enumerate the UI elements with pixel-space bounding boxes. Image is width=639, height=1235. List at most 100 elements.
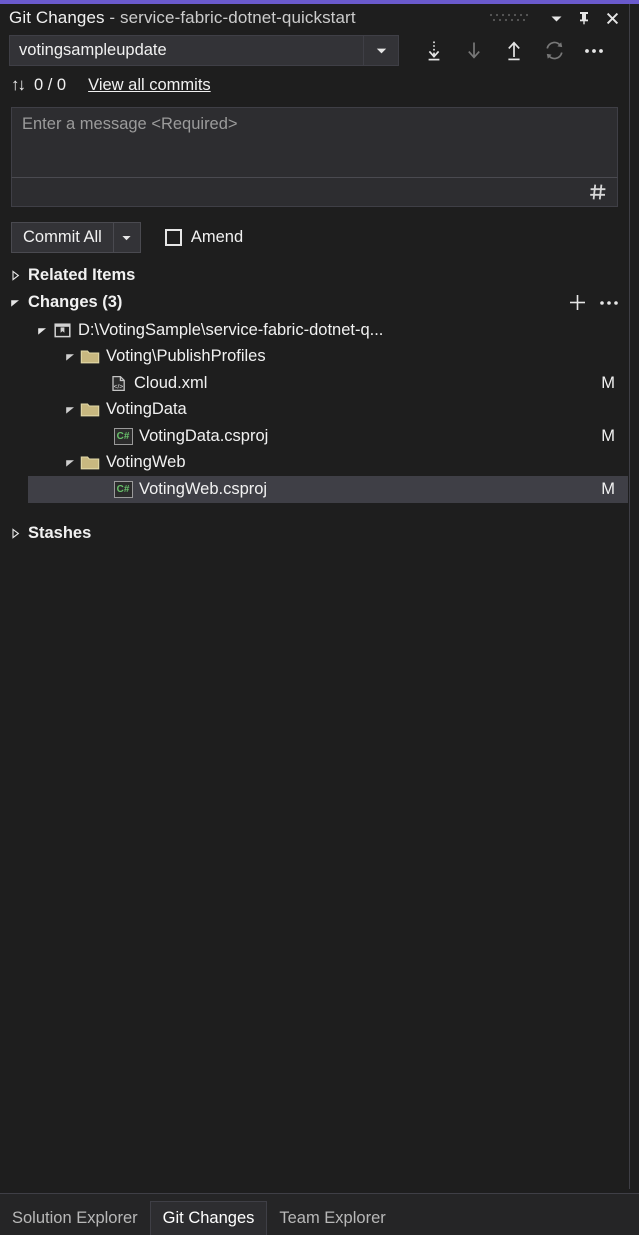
section-stashes[interactable]: Stashes: [0, 520, 629, 547]
folder-name: VotingWeb: [106, 453, 186, 472]
page-title: Git Changes - service-fabric-dotnet-quic…: [0, 8, 356, 28]
triangle-down-icon: [65, 351, 76, 362]
window-dropdown-button[interactable]: [543, 6, 569, 30]
related-items-label: Related Items: [28, 266, 135, 285]
sync-button[interactable]: [534, 35, 574, 66]
tree-twisty[interactable]: [61, 457, 79, 468]
chevron-down-icon: [549, 11, 564, 26]
push-button[interactable]: [494, 35, 534, 66]
add-issue-reference-button[interactable]: [583, 179, 613, 205]
plus-icon: [567, 292, 588, 313]
more-options-button[interactable]: [574, 35, 614, 66]
changes-tree: D:\VotingSample\service-fabric-dotnet-q.…: [0, 317, 629, 503]
repository-path: D:\VotingSample\service-fabric-dotnet-q.…: [78, 321, 383, 340]
stashes-label: Stashes: [28, 524, 91, 543]
tab-solution-explorer[interactable]: Solution Explorer: [0, 1201, 150, 1235]
triangle-down-icon: [65, 404, 76, 415]
table-row[interactable]: Voting\PublishProfiles: [0, 344, 629, 371]
pull-button[interactable]: [454, 35, 494, 66]
section-related-items[interactable]: Related Items: [0, 262, 629, 289]
stashes-twisty[interactable]: [5, 528, 25, 539]
changes-label: Changes (3): [28, 293, 122, 312]
title-main: Git Changes: [9, 8, 105, 27]
triangle-down-icon: [65, 457, 76, 468]
hash-icon: [587, 181, 609, 203]
close-window-button[interactable]: [599, 6, 625, 30]
status-badge: M: [601, 427, 615, 446]
sync-status-row: ↑↓ 0 / 0 View all commits: [0, 70, 629, 100]
view-all-commits-link[interactable]: View all commits: [66, 76, 211, 95]
csharp-project-icon: C#: [112, 481, 134, 498]
triangle-down-icon: [37, 325, 48, 336]
status-badge: M: [601, 374, 615, 393]
changes-more-button[interactable]: [594, 290, 623, 315]
chevron-down-icon: [120, 231, 133, 244]
triangle-right-icon: [10, 270, 21, 281]
titlebar: Git Changes - service-fabric-dotnet-quic…: [0, 4, 629, 32]
file-name: Cloud.xml: [134, 374, 207, 393]
commit-message-placeholder: Enter a message <Required>: [12, 108, 617, 134]
table-row[interactable]: C# VotingWeb.csproj M: [28, 476, 628, 503]
file-name: VotingWeb.csproj: [139, 480, 267, 499]
commit-message-input[interactable]: Enter a message <Required>: [11, 107, 618, 185]
status-badge: M: [601, 480, 615, 499]
table-row[interactable]: D:\VotingSample\service-fabric-dotnet-q.…: [0, 317, 629, 344]
bottom-tab-strip: Solution Explorer Git Changes Team Explo…: [0, 1193, 639, 1235]
stage-all-button[interactable]: [563, 290, 592, 315]
branch-name: votingsampleupdate: [10, 41, 363, 60]
titlebar-buttons: [489, 4, 625, 32]
title-separator: -: [105, 8, 120, 27]
push-up-arrow-icon: [503, 39, 525, 63]
table-row[interactable]: VotingData: [0, 397, 629, 424]
chevron-down-icon: [374, 43, 389, 58]
amend-label: Amend: [191, 228, 243, 247]
xml-file-icon: </>: [107, 374, 129, 393]
git-changes-tool-window: Git Changes - service-fabric-dotnet-quic…: [0, 4, 639, 1235]
ahead-behind-counts: 0 / 0: [24, 76, 66, 95]
table-row[interactable]: VotingWeb: [0, 450, 629, 477]
repository-icon: [51, 321, 73, 340]
git-action-buttons: [414, 35, 614, 66]
commit-all-dropdown-button[interactable]: [114, 222, 141, 253]
ellipsis-icon: [582, 46, 606, 56]
table-row[interactable]: </> Cloud.xml M: [0, 370, 629, 397]
tree-twisty[interactable]: [61, 404, 79, 415]
table-row[interactable]: C# VotingData.csproj M: [0, 423, 629, 450]
commit-actions-row: Commit All Amend: [11, 221, 618, 253]
changes-twisty[interactable]: [5, 297, 25, 308]
tree-twisty[interactable]: [61, 351, 79, 362]
folder-icon: [79, 454, 101, 471]
tree-twisty[interactable]: [33, 325, 51, 336]
pull-down-arrow-icon: [463, 39, 485, 63]
folder-icon: [79, 348, 101, 365]
branch-selector[interactable]: votingsampleupdate: [9, 35, 399, 66]
commit-message-toolbar: [11, 177, 618, 207]
related-items-twisty[interactable]: [5, 270, 25, 281]
triangle-right-icon: [10, 528, 21, 539]
amend-checkbox[interactable]: [165, 229, 182, 246]
tab-git-changes[interactable]: Git Changes: [150, 1201, 268, 1235]
commit-all-button[interactable]: Commit All: [11, 222, 114, 253]
pin-icon: [576, 10, 592, 26]
drag-handle-dots-icon[interactable]: [489, 12, 535, 24]
branch-dropdown-button[interactable]: [363, 36, 398, 65]
folder-name: Voting\PublishProfiles: [106, 347, 266, 366]
sync-refresh-icon: [543, 39, 566, 62]
section-changes[interactable]: Changes (3): [0, 289, 629, 316]
amend-option[interactable]: Amend: [165, 228, 243, 247]
fetch-button[interactable]: [414, 35, 454, 66]
panel-right-border: [629, 4, 630, 1189]
tab-team-explorer[interactable]: Team Explorer: [267, 1201, 397, 1235]
ellipsis-icon: [598, 298, 620, 308]
triangle-down-icon: [10, 297, 21, 308]
csharp-project-icon: C#: [112, 428, 134, 445]
folder-name: VotingData: [106, 400, 187, 419]
ahead-behind-arrows-icon: ↑↓: [0, 75, 24, 95]
svg-text:</>: </>: [113, 383, 123, 390]
folder-icon: [79, 401, 101, 418]
close-icon: [604, 10, 621, 27]
branch-toolbar: votingsampleupdate: [0, 35, 629, 69]
title-repo-name: service-fabric-dotnet-quickstart: [120, 8, 356, 27]
pin-window-button[interactable]: [571, 6, 597, 30]
changes-actions: [563, 290, 623, 315]
